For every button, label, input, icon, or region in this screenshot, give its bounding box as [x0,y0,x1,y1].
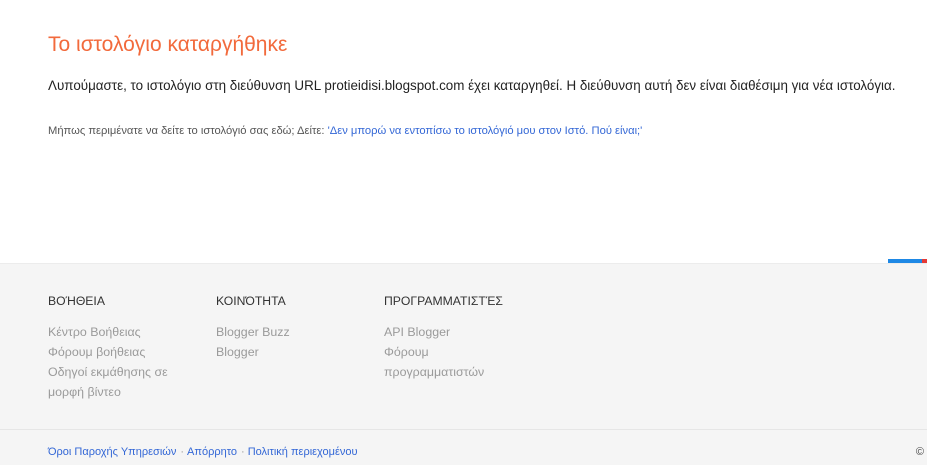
footer-link-developer-forum[interactable]: Φόρουμ προγραμματιστών [384,342,524,382]
footer-column-community: ΚΟΙΝΌΤΗΤΑ Blogger Buzz Blogger [216,292,356,362]
footer-heading-developers: ΠΡΟΓΡΑΜΜΑΤΙΣΤΈΣ [384,294,503,308]
privacy-link[interactable]: Απόρρητο [187,446,237,458]
content-policy-link[interactable]: Πολιτική περιεχομένου [248,446,358,458]
link-separator: · [180,446,185,458]
main-content: Το ιστολόγιο καταργήθηκε Λυπούμαστε, το … [48,0,918,262]
bottom-bar: Όροι Παροχής Υπηρεσιών · Απόρρητο · Πολιτική… [0,429,927,465]
help-article-link[interactable]: 'Δεν μπορώ να εντοπίσω το ιστολόγιό μου … [328,125,643,137]
footer-link-video-tutorials[interactable]: Οδηγοί εκμάθησης σε μορφή βίντεο [48,362,188,402]
footer-heading-help: ΒΟΉΘΕΙΑ [48,294,105,308]
footer-link-help-center[interactable]: Κέντρο Βοήθειας [48,322,188,342]
footer-link-blogger[interactable]: Blogger [216,342,356,362]
hint-text: Μήπως περιμένατε να δείτε το ιστολόγιό σ… [48,124,642,139]
footer-heading-community: ΚΟΙΝΌΤΗΤΑ [216,294,286,308]
footer-link-help-forum[interactable]: Φόρουμ βοήθειας [48,342,188,362]
footer-column-developers: ΠΡΟΓΡΑΜΜΑΤΙΣΤΈΣ API Blogger Φόρουμ προγρ… [384,292,524,382]
footer-link-blogger-api[interactable]: API Blogger [384,322,524,342]
terms-of-service-link[interactable]: Όροι Παροχής Υπηρεσιών [48,446,176,458]
hint-prefix: Μήπως περιμένατε να δείτε το ιστολόγιό σ… [48,125,328,137]
footer: ΒΟΉΘΕΙΑ Κέντρο Βοήθειας Φόρουμ βοήθειας … [0,263,927,430]
removed-message: Λυπούμαστε, το ιστολόγιο στη διεύθυνση U… [48,78,896,93]
footer-column-help: ΒΟΉΘΕΙΑ Κέντρο Βοήθειας Φόρουμ βοήθειας … [48,292,188,402]
link-separator: · [241,446,245,458]
page: Το ιστολόγιο καταργήθηκε Λυπούμαστε, το … [0,0,927,465]
page-title: Το ιστολόγιο καταργήθηκε [48,33,288,56]
footer-link-blogger-buzz[interactable]: Blogger Buzz [216,322,356,342]
copyright-symbol: © [915,446,924,458]
legal-links: Όροι Παροχής Υπηρεσιών · Απόρρητο · Πολιτική… [48,445,358,459]
